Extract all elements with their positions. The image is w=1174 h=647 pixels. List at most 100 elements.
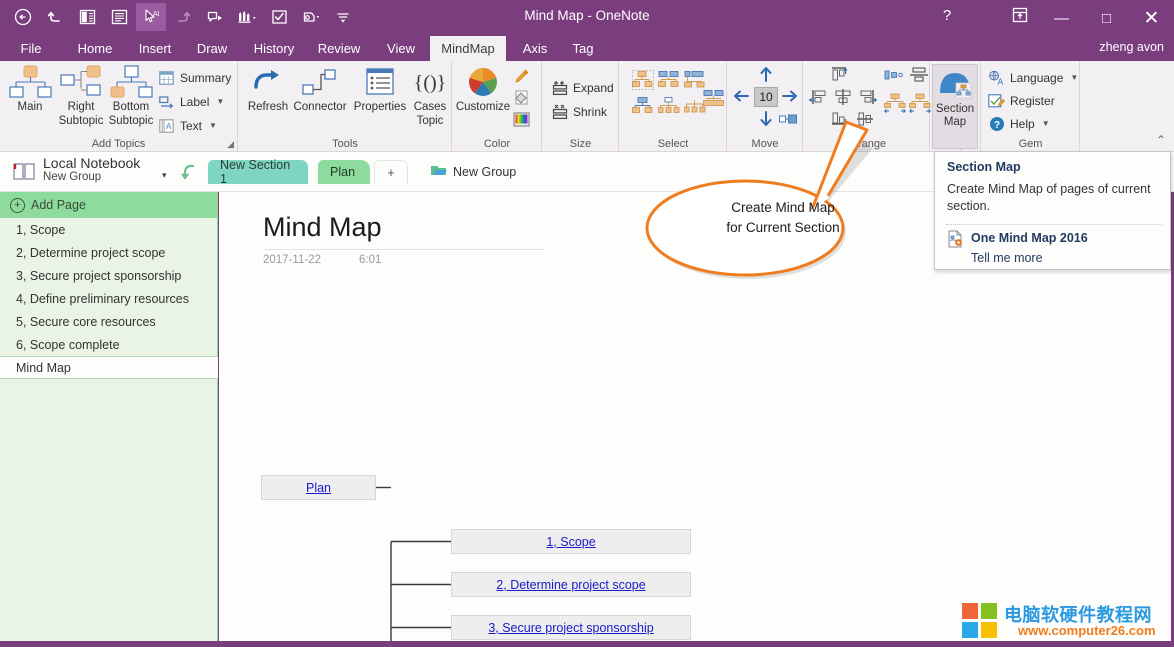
chevron-down-icon[interactable]: ▼ (216, 97, 224, 106)
fill-color-button[interactable] (513, 89, 530, 106)
eyedropper-button[interactable] (513, 67, 530, 84)
select-topic-icon[interactable] (630, 67, 656, 93)
full-page-view-icon[interactable] (104, 3, 134, 31)
tab-tag[interactable]: Tag (562, 36, 604, 61)
redo-icon[interactable] (168, 3, 198, 31)
ribbon-display-options-icon[interactable] (1011, 6, 1029, 27)
add-page-button[interactable]: + Add Page (0, 192, 218, 218)
help-icon: ? (988, 115, 1005, 132)
page-list-item[interactable]: 5, Secure core resources (0, 310, 218, 333)
align-top-icon[interactable] (830, 66, 848, 82)
mindmap-node[interactable]: 2, Determine project scope (451, 572, 691, 597)
todo-tag-icon[interactable] (264, 3, 294, 31)
properties-button[interactable]: Properties (349, 64, 411, 114)
main-topic-button[interactable]: Main (3, 64, 57, 114)
color-palette-button[interactable] (513, 111, 530, 128)
tab-view[interactable]: View (378, 36, 424, 61)
label-button[interactable]: Label ▼ (158, 93, 224, 110)
distribute-horizontal-icon[interactable] (884, 67, 904, 83)
bottom-subtopic-button[interactable]: Bottom Subtopic (104, 64, 158, 127)
dock-to-desktop-icon[interactable] (72, 3, 102, 31)
page-list-item[interactable]: 4, Define preliminary resources (0, 287, 218, 310)
tab-home[interactable]: Home (66, 36, 124, 61)
new-note-icon[interactable] (200, 3, 230, 31)
cases-topic-button[interactable]: {()} Cases Topic (409, 64, 451, 127)
select-tool-icon[interactable]: AI (136, 3, 166, 31)
page-list-item[interactable]: 3, Secure project sponsorship (0, 264, 218, 287)
maximize-button[interactable]: □ (1084, 0, 1129, 36)
text-button[interactable]: A Text ▼ (158, 117, 217, 134)
minimize-button[interactable]: — (1039, 0, 1084, 36)
help-label: Help (1010, 117, 1035, 131)
register-button[interactable]: Register (988, 92, 1055, 109)
tab-draw[interactable]: Draw (188, 36, 236, 61)
annotation-callout: Create Mind Map for Current Section (640, 120, 980, 300)
window-controls: — □ ✕ (1039, 0, 1174, 36)
tab-review[interactable]: Review (310, 36, 368, 61)
page-list-item[interactable]: 2, Determine project scope (0, 241, 218, 264)
tooltip-product-name[interactable]: One Mind Map 2016 (971, 231, 1088, 245)
callout-text: Create Mind Map for Current Section (688, 198, 878, 238)
mindmap-node-link[interactable]: 2, Determine project scope (496, 578, 645, 592)
refresh-button[interactable]: Refresh (241, 64, 295, 114)
align-right-icon[interactable] (859, 88, 877, 106)
section-tab-plan[interactable]: Plan (318, 160, 370, 184)
customize-color-button[interactable]: Customize (454, 64, 512, 114)
chevron-down-icon[interactable]: ▼ (1042, 119, 1050, 128)
email-page-icon[interactable] (296, 3, 326, 31)
distribute-vertical-icon[interactable] (909, 67, 929, 83)
move-step-input[interactable]: 10 (754, 87, 778, 107)
move-right-icon[interactable] (782, 89, 798, 103)
mindmap-node[interactable]: 1, Scope (451, 529, 691, 554)
tooltip-tell-me-more-link[interactable]: Tell me more (971, 251, 1043, 265)
move-left-icon[interactable] (733, 89, 749, 103)
section-tab-new-section-1[interactable]: New Section 1 (208, 160, 308, 184)
right-subtopic-button[interactable]: Right Subtopic (54, 64, 108, 127)
tab-axis[interactable]: Axis (514, 36, 556, 61)
align-left-icon[interactable] (809, 88, 827, 106)
add-section-button[interactable]: + (374, 160, 408, 184)
connector-button[interactable]: Connector (289, 64, 351, 114)
sync-icon[interactable] (180, 161, 198, 186)
help-button[interactable]: ? Help ▼ (988, 115, 1050, 132)
mindmap-node-link[interactable]: 1, Scope (546, 535, 595, 549)
align-center-icon[interactable] (834, 88, 852, 106)
shrink-button[interactable]: Shrink (551, 103, 607, 120)
move-up-icon[interactable] (759, 66, 773, 82)
tab-file[interactable]: File (10, 36, 52, 61)
tab-insert[interactable]: Insert (130, 36, 180, 61)
dialog-launcher-add-topics[interactable]: ◢ (227, 139, 234, 150)
tab-history[interactable]: History (244, 36, 304, 61)
undo-icon[interactable] (40, 3, 70, 31)
expand-button[interactable]: Expand (551, 79, 614, 96)
pens-icon[interactable] (232, 3, 262, 31)
spread-vertical-icon[interactable] (909, 93, 931, 113)
summary-button[interactable]: Summary (158, 69, 231, 86)
user-name[interactable]: zheng avon (1099, 40, 1164, 54)
chevron-down-icon[interactable]: ▼ (209, 121, 217, 130)
select-subtree-icon[interactable] (656, 93, 682, 119)
notebook-dropdown-icon[interactable]: ▾ (162, 170, 167, 181)
spread-horizontal-icon[interactable] (884, 93, 906, 113)
chevron-down-icon[interactable]: ▼ (1070, 73, 1078, 82)
select-siblings-icon[interactable] (656, 67, 682, 93)
select-group-icon[interactable] (703, 89, 725, 109)
section-group-new-group[interactable]: New Group (430, 163, 516, 180)
select-level-icon[interactable] (630, 93, 656, 119)
customize-qat-icon[interactable] (328, 3, 358, 31)
close-button[interactable]: ✕ (1129, 0, 1174, 36)
title-bar: AI Mind Map - OneNote ? (0, 0, 1174, 36)
mindmap-root-node[interactable]: Plan (261, 475, 376, 500)
language-button[interactable]: A Language ▼ (988, 69, 1078, 86)
collapse-ribbon-icon[interactable]: ⌃ (1156, 133, 1166, 147)
mindmap-node-link[interactable]: Plan (306, 481, 331, 495)
tab-mindmap[interactable]: MindMap (430, 36, 506, 61)
page-list-item[interactable]: 6, Scope complete (0, 333, 218, 356)
page-list-item-selected[interactable]: Mind Map (0, 356, 218, 379)
notebook-selector[interactable]: Local Notebook New Group (12, 156, 140, 184)
mindmap-node-link[interactable]: 3, Secure project sponsorship (488, 621, 653, 635)
help-icon[interactable]: ? (935, 7, 959, 24)
back-icon[interactable] (8, 3, 38, 31)
page-list-item[interactable]: 1, Scope (0, 218, 218, 241)
mindmap-node[interactable]: 3, Secure project sponsorship (451, 615, 691, 640)
